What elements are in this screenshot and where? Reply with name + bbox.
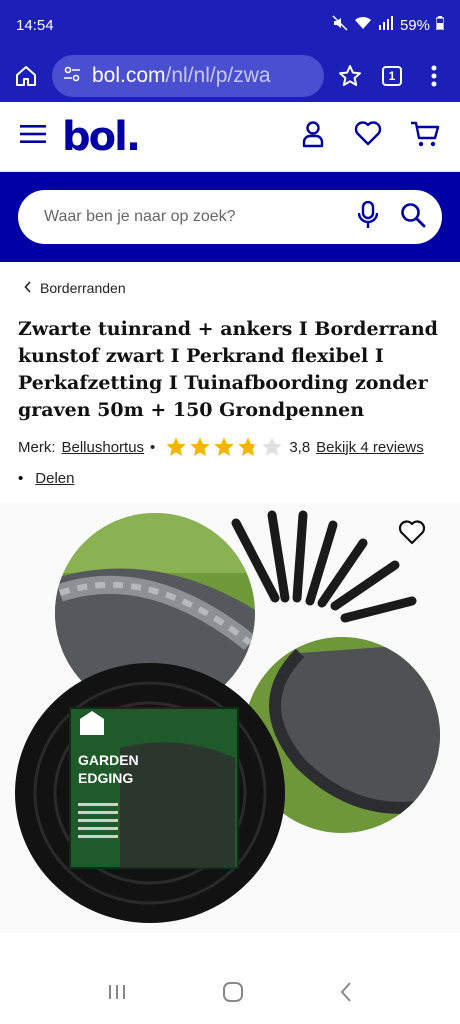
site-settings-icon[interactable]	[62, 64, 82, 89]
account-icon[interactable]	[300, 120, 326, 153]
product-title: Zwarte tuinrand + ankers I Borderrand ku…	[18, 318, 438, 421]
share-link[interactable]: Delen	[35, 470, 74, 487]
signal-icon	[378, 16, 394, 34]
system-nav-bar	[0, 964, 460, 1024]
package-title-line1: GARDEN	[78, 752, 139, 768]
ground-pins	[231, 510, 417, 623]
search-band	[0, 172, 460, 262]
star-icon	[238, 437, 258, 456]
product-meta: Merk: Bellushortus • 3,8 Bekijk 4 review…	[18, 436, 442, 458]
wifi-icon	[354, 16, 372, 34]
battery-icon	[435, 16, 445, 34]
wishlist-heart-icon[interactable]	[398, 519, 426, 550]
reviews-link[interactable]: Bekijk 4 reviews	[316, 439, 424, 456]
star-icon	[190, 437, 210, 456]
rating-stars	[165, 436, 283, 458]
hamburger-menu-icon[interactable]	[20, 124, 46, 149]
breadcrumb[interactable]: Borderranden	[18, 280, 442, 296]
bol-logo[interactable]: bol.	[62, 114, 300, 160]
wishlist-heart-icon[interactable]	[354, 120, 382, 153]
search-input[interactable]	[44, 208, 358, 226]
product-content: Borderranden Zwarte tuinrand + ankers I …	[0, 280, 460, 487]
product-image[interactable]: GARDEN EDGING	[0, 503, 460, 933]
star-icon	[214, 437, 234, 456]
star-icon	[166, 437, 186, 456]
overflow-menu-icon[interactable]	[418, 60, 450, 92]
cart-icon[interactable]	[410, 120, 440, 153]
address-bar[interactable]: bol.com/nl/nl/p/zwa	[52, 55, 324, 97]
url-text: bol.com/nl/nl/p/zwa	[92, 64, 271, 88]
garden-edging-package: GARDEN EDGING	[69, 707, 239, 869]
separator-dot: •	[150, 438, 156, 456]
status-time: 14:54	[16, 16, 54, 34]
url-path: /nl/nl/p/zwa	[165, 64, 271, 87]
bookmark-star-icon[interactable]	[334, 60, 366, 92]
site-header: bol.	[0, 102, 460, 172]
battery-text: 59%	[399, 16, 430, 34]
recent-apps-icon[interactable]	[107, 983, 127, 1006]
status-bar: 14:54 59%	[0, 0, 460, 50]
home-button-icon[interactable]	[222, 981, 244, 1008]
search-icon[interactable]	[400, 202, 426, 233]
breadcrumb-label: Borderranden	[40, 280, 126, 296]
home-icon[interactable]	[10, 60, 42, 92]
tabs-button[interactable]: 1	[376, 60, 408, 92]
brand-label: Merk:	[18, 438, 56, 456]
back-icon[interactable]	[339, 981, 353, 1008]
chevron-left-icon	[24, 280, 32, 296]
url-host: bol.com	[92, 64, 166, 87]
tab-count: 1	[382, 66, 402, 86]
rating-value: 3,8	[289, 438, 311, 456]
brand-link[interactable]: Bellushortus	[62, 439, 145, 456]
microphone-icon[interactable]	[357, 200, 379, 234]
share-row: • Delen	[18, 470, 442, 487]
package-title-line2: EDGING	[78, 770, 133, 786]
product-photo: GARDEN EDGING	[15, 510, 440, 923]
bullet-dot: •	[18, 470, 24, 487]
search-box[interactable]	[18, 190, 442, 244]
star-empty-icon	[262, 437, 282, 456]
browser-toolbar: bol.com/nl/nl/p/zwa 1	[0, 50, 460, 102]
mute-icon	[332, 15, 348, 35]
